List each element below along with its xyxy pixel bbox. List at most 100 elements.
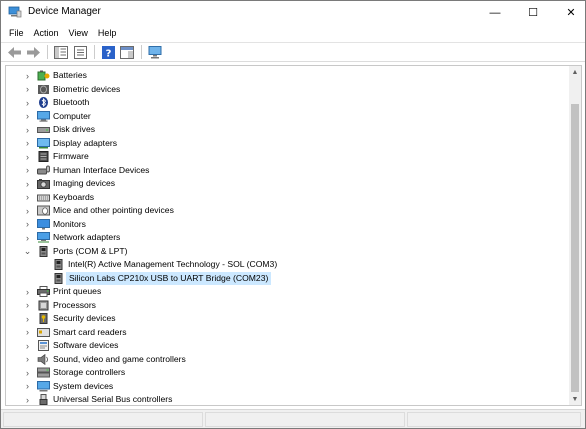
menu-action[interactable]: Action bbox=[29, 24, 64, 42]
expand-chevron-icon[interactable]: › bbox=[23, 206, 32, 216]
tree-category-usb-controllers[interactable]: › Universal Serial Bus controllers bbox=[6, 393, 569, 405]
expand-chevron-icon[interactable]: › bbox=[23, 71, 32, 81]
tree-item-label: System devices bbox=[53, 380, 114, 391]
show-hide-tree-icon bbox=[54, 45, 68, 59]
action-pane-button[interactable] bbox=[118, 43, 136, 61]
status-bar bbox=[1, 409, 585, 428]
forward-button[interactable] bbox=[24, 43, 42, 61]
tree-category-display-adapters[interactable]: › Display adapters bbox=[6, 137, 569, 151]
battery-icon bbox=[37, 70, 50, 81]
expand-chevron-icon[interactable]: › bbox=[23, 219, 32, 229]
tree-device-intel-amt-sol[interactable]: Intel(R) Active Management Technology - … bbox=[6, 258, 569, 272]
scan-hardware-button[interactable] bbox=[146, 43, 164, 61]
tree-category-mice[interactable]: › Mice and other pointing devices bbox=[6, 204, 569, 218]
tree-category-print-queues[interactable]: › Print queues bbox=[6, 285, 569, 299]
tree-category-keyboards[interactable]: › Keyboards bbox=[6, 191, 569, 205]
toolbar-separator bbox=[141, 45, 142, 59]
computer-icon bbox=[37, 110, 50, 122]
tree-item-label: Universal Serial Bus controllers bbox=[53, 394, 173, 404]
svg-text:?: ? bbox=[105, 48, 111, 59]
tree-item-label: Smart card readers bbox=[53, 326, 127, 337]
monitor-icon bbox=[37, 218, 50, 230]
scrollbar-thumb[interactable] bbox=[571, 104, 579, 392]
expand-chevron-icon[interactable]: › bbox=[23, 354, 32, 364]
expand-chevron-icon[interactable]: › bbox=[23, 111, 32, 121]
tree-item-label: Sound, video and game controllers bbox=[53, 353, 186, 364]
menu-view[interactable]: View bbox=[64, 24, 93, 42]
menu-help[interactable]: Help bbox=[93, 24, 122, 42]
scroll-up-arrow-icon[interactable]: ▲ bbox=[569, 66, 581, 78]
expand-chevron-icon[interactable]: › bbox=[23, 192, 32, 202]
menu-file[interactable]: File bbox=[4, 24, 29, 42]
back-icon bbox=[7, 46, 21, 58]
tree-item-label: Processors bbox=[53, 299, 96, 310]
device-tree: › Batteries › Biometric devices › Blueto… bbox=[6, 69, 569, 405]
menu-bar: File Action View Help bbox=[1, 24, 585, 42]
expand-chevron-icon[interactable]: › bbox=[23, 233, 32, 243]
tree-category-security-devices[interactable]: › Security devices bbox=[6, 312, 569, 326]
expand-chevron-icon[interactable]: › bbox=[23, 381, 32, 391]
tree-category-processors[interactable]: › Processors bbox=[6, 299, 569, 313]
tree-category-bluetooth[interactable]: › Bluetooth bbox=[6, 96, 569, 110]
maximize-button[interactable]: ☐ bbox=[515, 1, 551, 24]
tree-category-imaging-devices[interactable]: › Imaging devices bbox=[6, 177, 569, 191]
tree-category-firmware[interactable]: › Firmware bbox=[6, 150, 569, 164]
tree-category-monitors[interactable]: › Monitors bbox=[6, 218, 569, 232]
tree-item-label: Print queues bbox=[53, 286, 102, 296]
title-bar[interactable]: Device Manager — ☐ ✕ bbox=[1, 1, 585, 24]
close-icon: ✕ bbox=[566, 7, 576, 19]
scan-hardware-icon bbox=[148, 45, 162, 58]
expand-chevron-icon[interactable]: › bbox=[23, 152, 32, 162]
expand-chevron-icon[interactable]: › bbox=[23, 368, 32, 378]
tree-category-smart-card-readers[interactable]: › Smart card readers bbox=[6, 326, 569, 340]
device-tree-pane[interactable]: › Batteries › Biometric devices › Blueto… bbox=[5, 65, 582, 406]
expand-chevron-icon[interactable]: › bbox=[23, 84, 32, 94]
expand-chevron-icon[interactable]: › bbox=[23, 341, 32, 351]
network-adapter-icon bbox=[37, 232, 50, 243]
expand-chevron-icon[interactable]: › bbox=[23, 138, 32, 148]
tree-item-label: Human Interface Devices bbox=[53, 164, 150, 175]
minimize-button[interactable]: — bbox=[477, 1, 513, 24]
device-manager-app-icon bbox=[8, 6, 22, 19]
tree-category-disk-drives[interactable]: › Disk drives bbox=[6, 123, 569, 137]
expand-chevron-icon[interactable]: › bbox=[23, 314, 32, 324]
scroll-down-arrow-icon[interactable]: ▼ bbox=[569, 393, 581, 405]
expand-chevron-icon[interactable]: › bbox=[23, 98, 32, 108]
tree-category-biometric-devices[interactable]: › Biometric devices bbox=[6, 83, 569, 97]
vertical-scrollbar[interactable]: ▲ ▼ bbox=[569, 66, 581, 405]
usb-icon bbox=[37, 394, 50, 405]
toolbar-separator bbox=[94, 45, 95, 59]
collapse-chevron-icon[interactable]: ⌄ bbox=[23, 246, 32, 256]
tree-category-sound-video-game[interactable]: › Sound, video and game controllers bbox=[6, 353, 569, 367]
expand-chevron-icon[interactable]: › bbox=[23, 300, 32, 310]
tree-item-label: Silicon Labs CP210x USB to UART Bridge (… bbox=[66, 271, 272, 285]
show-hide-console-tree-button[interactable] bbox=[52, 43, 70, 61]
tree-item-label: Monitors bbox=[53, 218, 86, 229]
tree-item-label: Batteries bbox=[53, 70, 87, 80]
tree-device-silicon-labs-cp210x[interactable]: Silicon Labs CP210x USB to UART Bridge (… bbox=[6, 271, 569, 285]
status-pane bbox=[205, 412, 405, 427]
expand-chevron-icon[interactable]: › bbox=[23, 179, 32, 189]
tree-category-system-devices[interactable]: › System devices bbox=[6, 380, 569, 394]
printer-icon bbox=[37, 286, 50, 297]
tree-category-ports[interactable]: ⌄ Ports (COM & LPT) bbox=[6, 245, 569, 259]
expand-chevron-icon[interactable]: › bbox=[23, 395, 32, 405]
tree-category-network-adapters[interactable]: › Network adapters bbox=[6, 231, 569, 245]
system-device-icon bbox=[37, 380, 50, 392]
tree-category-storage-controllers[interactable]: › Storage controllers bbox=[6, 366, 569, 380]
bluetooth-icon bbox=[37, 97, 50, 108]
properties-button[interactable] bbox=[71, 43, 89, 61]
tree-category-human-interface-devices[interactable]: › Human Interface Devices bbox=[6, 164, 569, 178]
close-button[interactable]: ✕ bbox=[553, 1, 586, 24]
expand-chevron-icon[interactable]: › bbox=[23, 327, 32, 337]
maximize-icon: ☐ bbox=[528, 7, 538, 19]
tree-category-computer[interactable]: › Computer bbox=[6, 110, 569, 124]
tree-category-batteries[interactable]: › Batteries bbox=[6, 69, 569, 83]
expand-chevron-icon[interactable]: › bbox=[23, 125, 32, 135]
back-button[interactable] bbox=[5, 43, 23, 61]
help-button[interactable]: ? bbox=[99, 43, 117, 61]
tree-item-label: Storage controllers bbox=[53, 367, 126, 377]
expand-chevron-icon[interactable]: › bbox=[23, 165, 32, 175]
tree-category-software-devices[interactable]: › Software devices bbox=[6, 339, 569, 353]
expand-chevron-icon[interactable]: › bbox=[23, 287, 32, 297]
